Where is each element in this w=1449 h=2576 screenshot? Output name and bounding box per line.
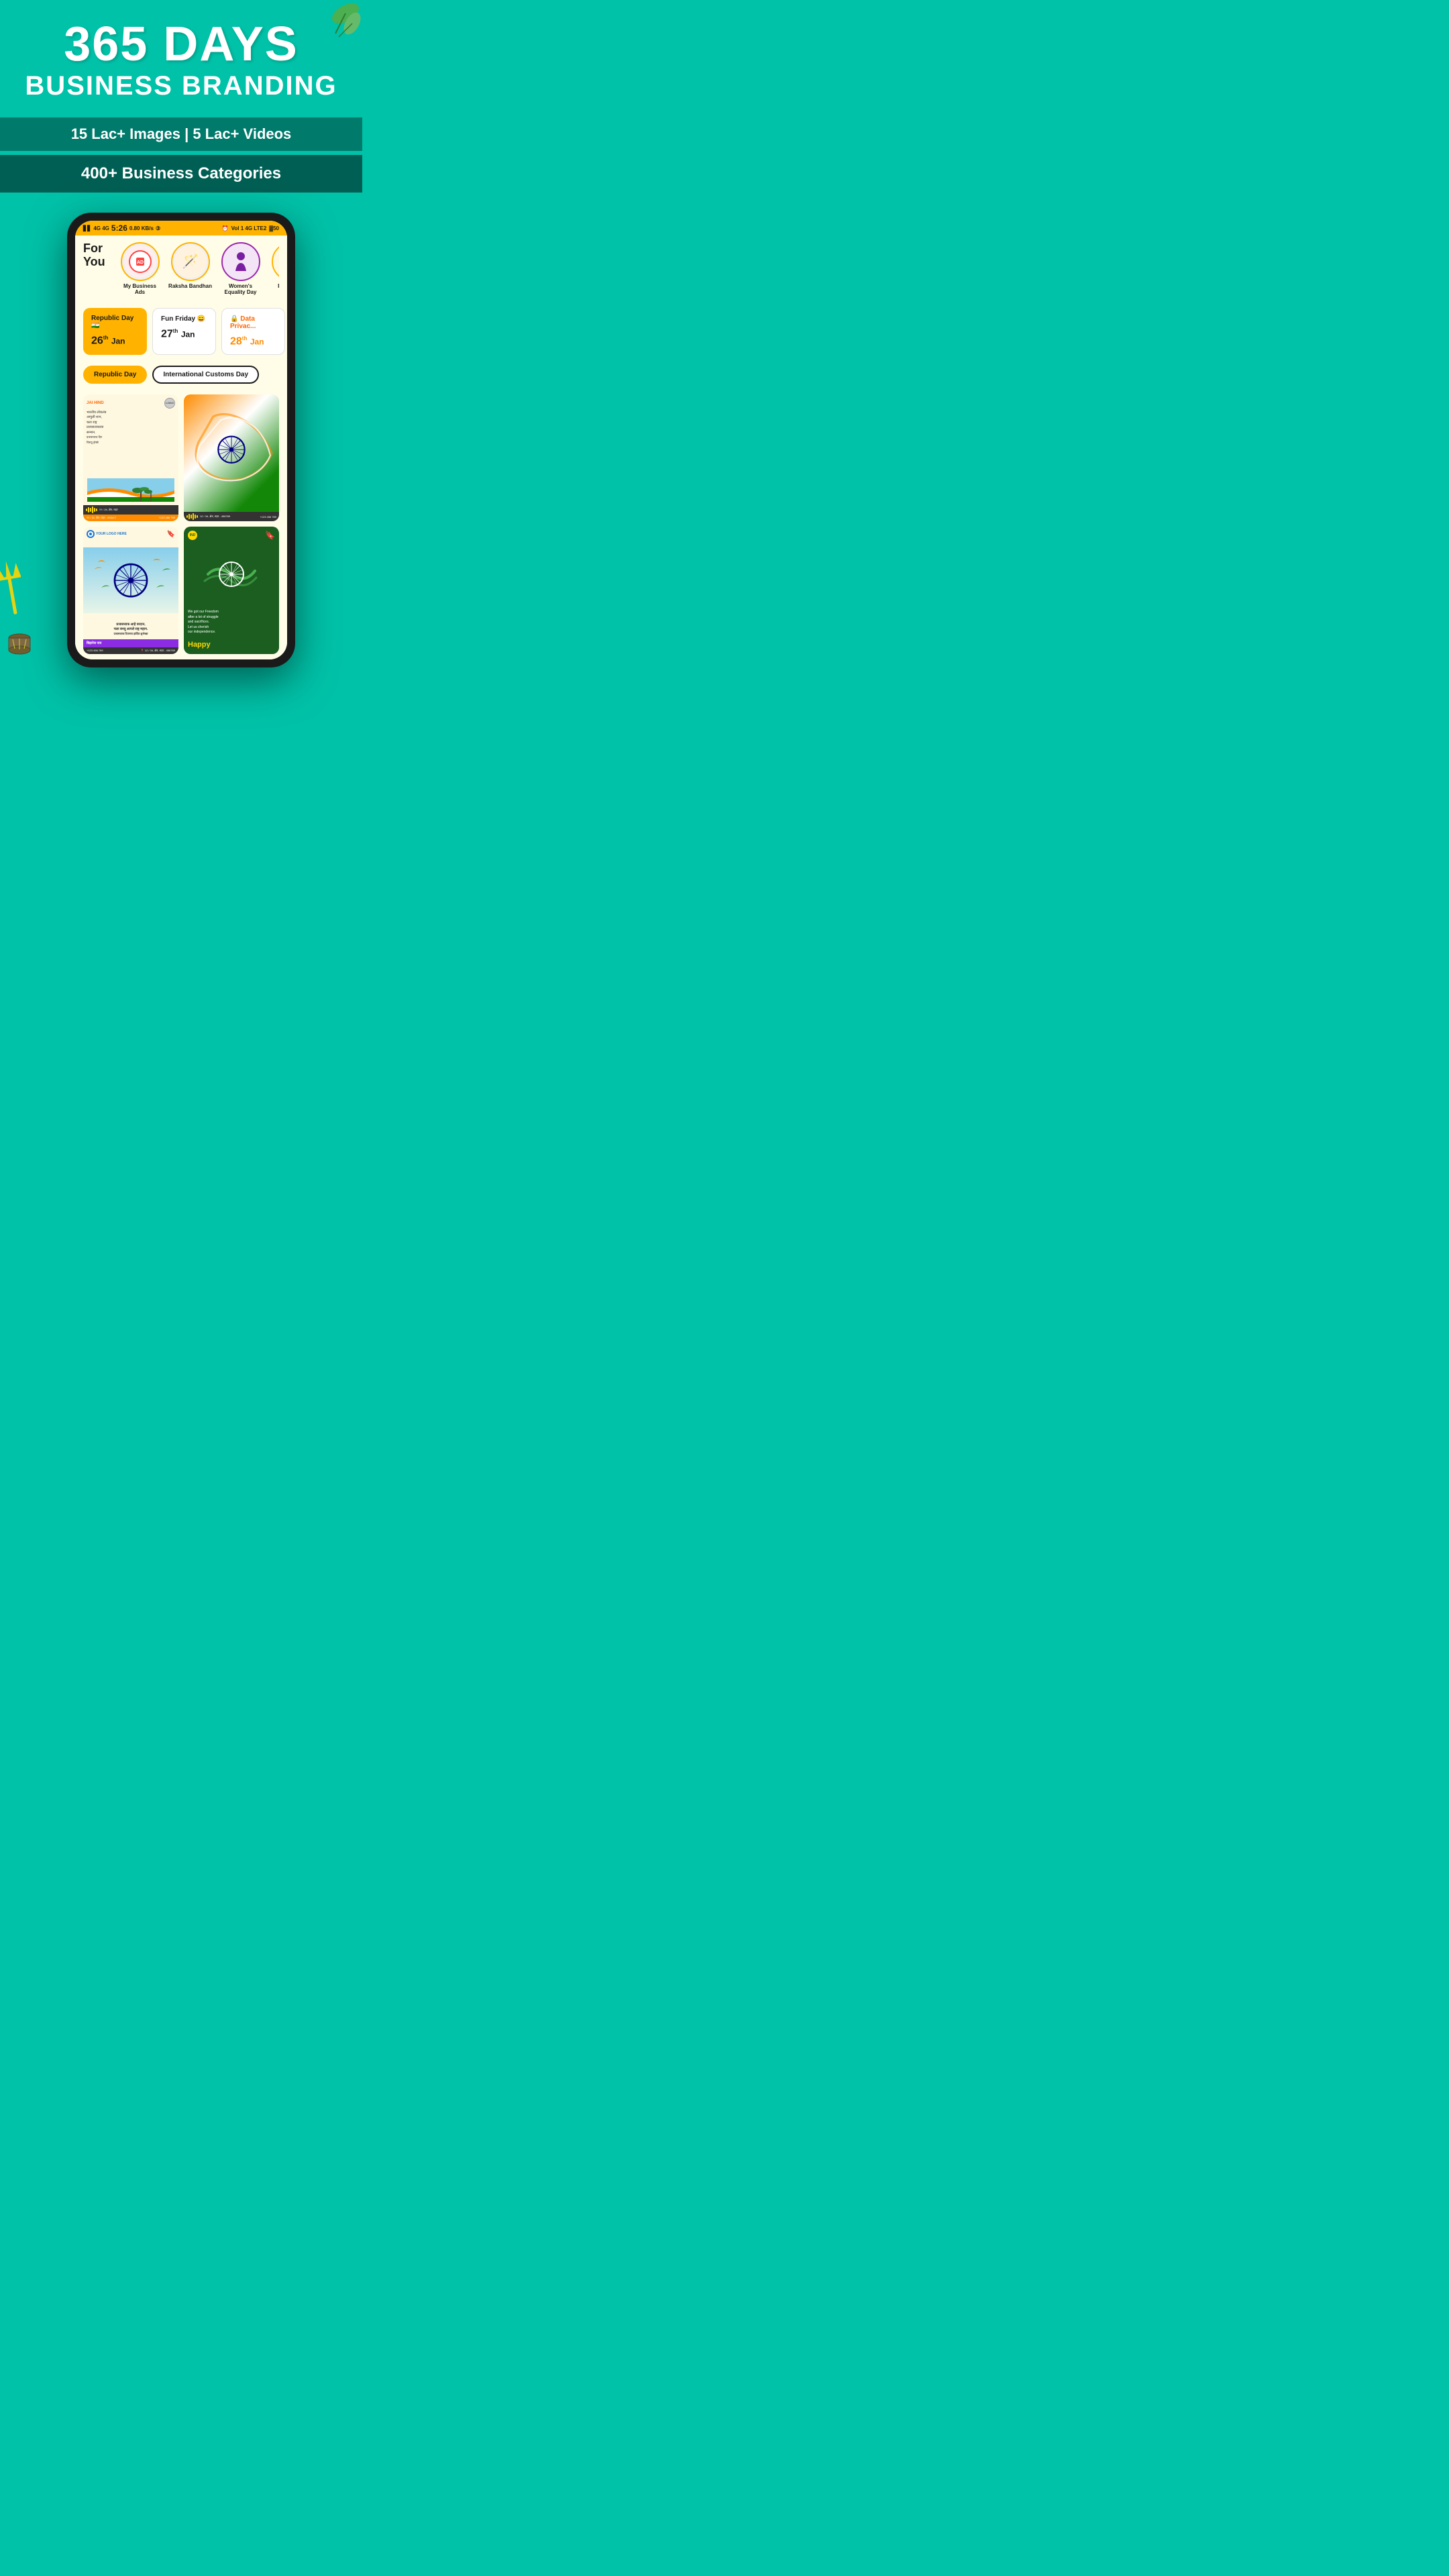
card2-phone: +123 456 789 xyxy=(260,515,276,519)
categories-bar: 400+ Business Categories xyxy=(0,155,362,193)
grid-card-2[interactable]: 12 / 34, क्षेत्र, शहर - 456789 +123 456 … xyxy=(184,394,279,521)
grid-card-3[interactable]: YOUR LOGO HERE 🔖 xyxy=(83,527,178,653)
alarm-icon: ⏰ xyxy=(222,225,229,231)
category-item-my-business-ads[interactable]: AD My Business Ads xyxy=(118,242,162,296)
category-item-raksha-bandhan[interactable]: 🪄 Raksha Bandhan xyxy=(168,242,212,296)
network-info: Vol 1 4G LTE2 xyxy=(231,225,267,231)
drum-decoration xyxy=(5,630,34,664)
svg-text:🪄: 🪄 xyxy=(182,253,199,269)
category-name-business: My Business Ads xyxy=(118,284,162,296)
filter-btn-customs-day[interactable]: International Customs Day xyxy=(152,366,259,384)
card3-header: YOUR LOGO HERE 🔖 xyxy=(83,527,178,541)
category-name-rakhi: Rakhi St... xyxy=(278,284,279,290)
category-name-raksha: Raksha Bandhan xyxy=(168,284,212,290)
data-speed: 0.80 KB/s xyxy=(129,225,154,231)
leaf-decoration xyxy=(309,0,362,54)
battery-icon: ▓50 xyxy=(269,225,279,231)
date-card-republic-date: 26th Jan xyxy=(91,335,139,347)
card4-chakra-art xyxy=(201,547,262,601)
card1-artwork xyxy=(87,478,175,502)
signal-icon: ▋▋ xyxy=(83,225,91,231)
card2-waveform-row: 12 / 34, क्षेत्र, शहर - 456789 +123 456 … xyxy=(184,512,279,521)
card3-footer: बिझनेस नाव xyxy=(83,639,178,647)
date-card-friday-date: 27th Jan xyxy=(161,328,207,340)
date-card-republic[interactable]: Republic Day 🇮🇳 26th Jan xyxy=(83,308,147,355)
notification-icon: ③ xyxy=(156,225,160,231)
image-grid: JAI HIND LOGO भारतीय लोकतंत्रआपुली शान,च… xyxy=(75,389,287,659)
card1-address: १२ / ३४, क्षेत्र, शहर xyxy=(99,508,118,512)
card1-marathi-text: भारतीय लोकतंत्रआपुली शान,चला राष्ट्रप्रज… xyxy=(87,411,175,478)
date-card-privacy-title: 🔒 Data Privac... xyxy=(230,315,276,330)
categories-scroll[interactable]: AD My Business Ads 🪄 xyxy=(118,242,279,296)
logo-placeholder: LOGO xyxy=(164,398,175,409)
for-you-row: ForYou AD xyxy=(83,242,279,296)
svg-text:AD: AD xyxy=(136,260,143,265)
filter-btn-republic-day[interactable]: Republic Day xyxy=(83,366,147,384)
card3-birds-art xyxy=(83,541,178,619)
main-title: 365 DAYS xyxy=(13,20,349,68)
filter-section: Republic Day International Customs Day xyxy=(75,360,287,389)
phone-wrapper: ▋▋ 4G 4G 5:26 0.80 KB/s ③ ⏰ Vol 1 4G LTE… xyxy=(0,193,362,681)
category-item-rakhi[interactable]: 🎀 Rakhi St... xyxy=(269,242,279,296)
phone-screen: ▋▋ 4G 4G 5:26 0.80 KB/s ③ ⏰ Vol 1 4G LTE… xyxy=(75,221,287,659)
card3-addr-row: +123 456 789 📍 12 / 34, क्षेत्र, शहर - 4… xyxy=(83,647,178,654)
status-left: ▋▋ 4G 4G 5:26 0.80 KB/s ③ xyxy=(83,223,160,233)
card1-waveform-row: १२ / ३४, क्षेत्र, शहर xyxy=(83,505,178,515)
category-name-womens: Women's Equality Day xyxy=(219,284,262,296)
category-circle-raksha: 🪄 xyxy=(171,242,210,281)
phone-frame: ▋▋ 4G 4G 5:26 0.80 KB/s ③ ⏰ Vol 1 4G LTE… xyxy=(67,213,295,667)
date-card-data-privacy[interactable]: 🔒 Data Privac... 28th Jan xyxy=(221,308,285,355)
for-you-section: ForYou AD xyxy=(75,235,287,303)
date-cards-section: Republic Day 🇮🇳 26th Jan Fun Friday 😄 27… xyxy=(75,303,287,360)
jai-hind-text: JAI HIND xyxy=(87,401,104,405)
grid-card-4[interactable]: IND 🔖 xyxy=(184,527,279,653)
card4-freedom-text: We got our Freedomafter a lot of struggl… xyxy=(188,610,275,635)
grid-card-1[interactable]: JAI HIND LOGO भारतीय लोकतंत्रआपुली शान,च… xyxy=(83,394,178,521)
header-section: 365 DAYS BUSINESS BRANDING xyxy=(0,0,362,108)
card2-address: 12 / 34, क्षेत्र, शहर - 456789 xyxy=(200,515,230,519)
category-circle-womens xyxy=(221,242,260,281)
status-time: 5:26 xyxy=(111,223,127,233)
date-card-republic-title: Republic Day 🇮🇳 xyxy=(91,315,139,329)
signal-4g: 4G 4G xyxy=(93,225,109,231)
stats-bar: 15 Lac+ Images | 5 Lac+ Videos xyxy=(0,117,362,151)
category-item-womens-equality[interactable]: Women's Equality Day xyxy=(219,242,262,296)
date-card-friday-title: Fun Friday 😄 xyxy=(161,315,207,323)
card4-happy: Happy xyxy=(188,638,275,650)
date-card-fun-friday[interactable]: Fun Friday 😄 27th Jan xyxy=(152,308,216,355)
status-bar: ▋▋ 4G 4G 5:26 0.80 KB/s ③ ⏰ Vol 1 4G LTE… xyxy=(75,221,287,235)
card1-footer: १२ / ३४, क्षेत्र, शहर - ४५६७८९ +123 456 … xyxy=(83,515,178,521)
date-card-privacy-date: 28th Jan xyxy=(230,335,276,347)
category-circle-rakhi: 🎀 xyxy=(272,242,280,281)
category-circle-business: AD xyxy=(121,242,160,281)
status-right: ⏰ Vol 1 4G LTE2 ▓50 xyxy=(222,225,279,231)
sub-title: BUSINESS BRANDING xyxy=(13,71,349,101)
for-you-label: ForYou xyxy=(83,242,110,269)
card4-header: IND 🔖 xyxy=(188,531,275,540)
card3-text: प्रजासत्ताक आहे वरदान,चला बनवू आपले राष्… xyxy=(83,620,178,639)
card2-flag-art xyxy=(184,394,279,512)
